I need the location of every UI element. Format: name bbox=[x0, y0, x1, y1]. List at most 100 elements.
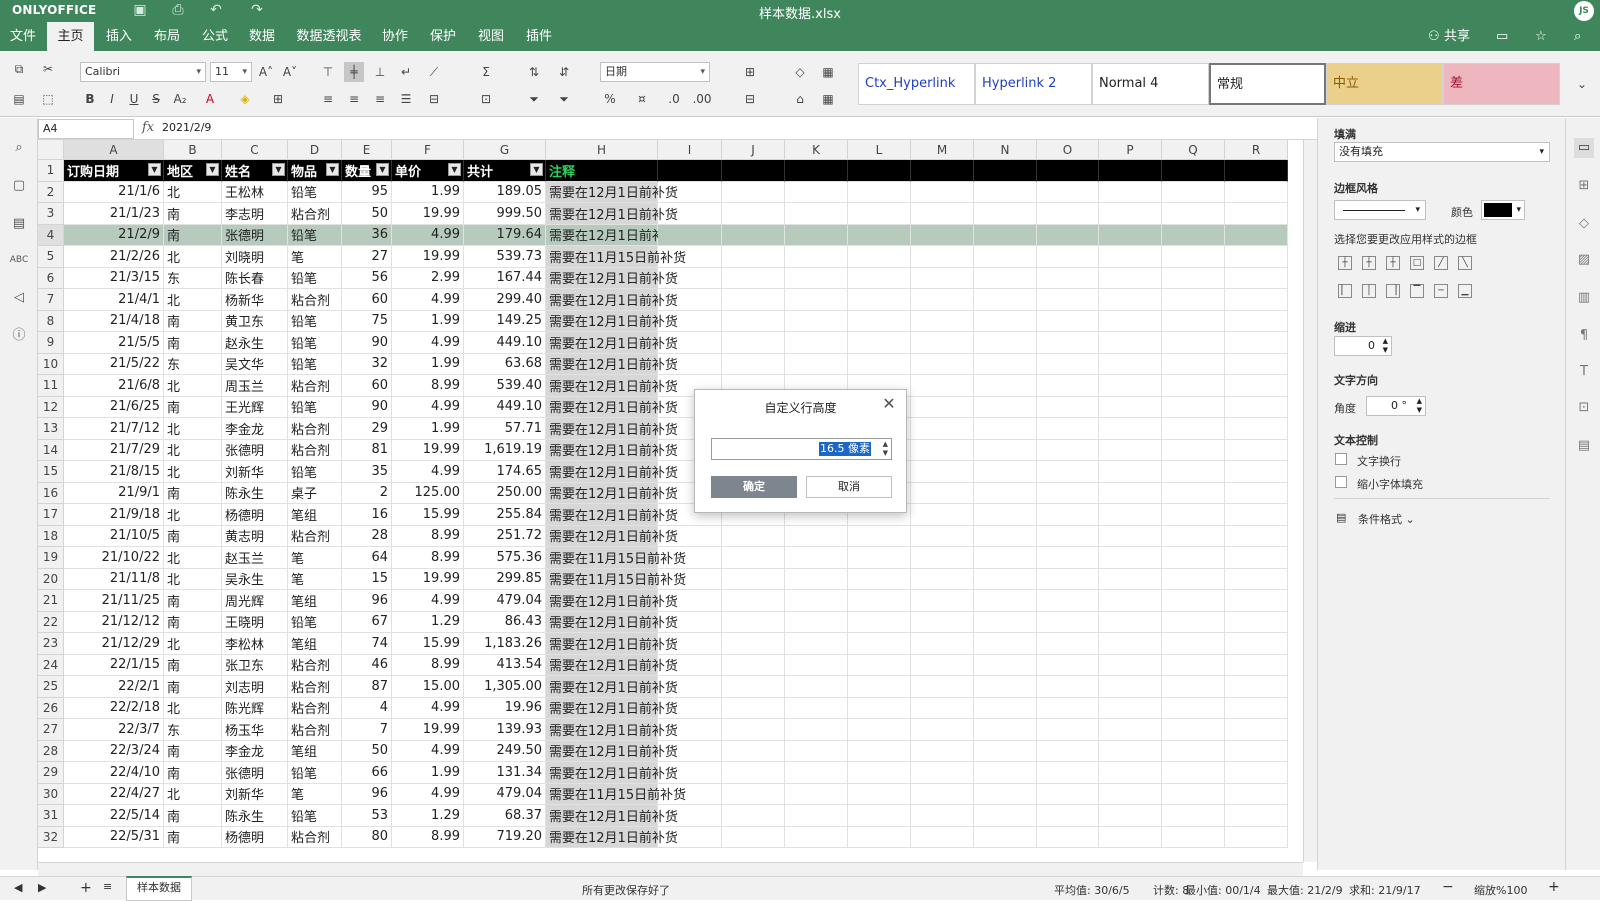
cell[interactable] bbox=[1037, 461, 1099, 483]
cell[interactable]: 刘志明 bbox=[222, 676, 288, 698]
cell[interactable] bbox=[974, 439, 1037, 461]
cell[interactable] bbox=[722, 353, 785, 375]
cell[interactable]: 黄志明 bbox=[222, 525, 288, 547]
cell[interactable]: 北 bbox=[164, 568, 222, 590]
cell[interactable] bbox=[1099, 246, 1162, 268]
cell[interactable] bbox=[1037, 525, 1099, 547]
cell[interactable] bbox=[974, 525, 1037, 547]
cell[interactable]: 需要在12月1日前补货 bbox=[546, 461, 678, 483]
cell[interactable]: 桌子 bbox=[288, 482, 342, 504]
cell[interactable]: 149.25 bbox=[464, 310, 546, 332]
cell[interactable]: 北 bbox=[164, 418, 222, 440]
style-normal-4[interactable]: Normal 4 bbox=[1092, 63, 1209, 105]
cell[interactable] bbox=[722, 160, 785, 182]
cell[interactable] bbox=[1037, 676, 1099, 698]
cell[interactable] bbox=[1225, 310, 1288, 332]
cell[interactable]: 需要在12月1日前补货 bbox=[546, 267, 678, 289]
cell[interactable] bbox=[974, 719, 1037, 741]
cell[interactable]: 539.73 bbox=[464, 246, 546, 268]
open-folder-icon[interactable]: ▭ bbox=[1496, 22, 1508, 51]
cell[interactable] bbox=[1162, 654, 1225, 676]
cell[interactable] bbox=[658, 697, 722, 719]
cell[interactable]: 22/3/7 bbox=[64, 719, 164, 741]
cell[interactable] bbox=[658, 590, 722, 612]
cell[interactable] bbox=[1162, 762, 1225, 784]
zoom-in-icon[interactable]: + bbox=[1548, 879, 1560, 895]
row-header[interactable]: 15 bbox=[38, 461, 64, 483]
cell[interactable]: 张德明 bbox=[222, 762, 288, 784]
bold-icon[interactable]: B bbox=[80, 89, 100, 109]
cell[interactable]: 南 bbox=[164, 203, 222, 225]
clear-filter-icon[interactable]: ⏷ bbox=[554, 89, 574, 109]
search-icon[interactable]: ⌕ bbox=[1574, 22, 1581, 51]
cell[interactable] bbox=[911, 805, 974, 827]
cell[interactable] bbox=[658, 762, 722, 784]
cell[interactable]: 北 bbox=[164, 246, 222, 268]
cell[interactable] bbox=[1225, 332, 1288, 354]
cell[interactable] bbox=[848, 762, 911, 784]
cell[interactable]: 需要在12月1日前补货 bbox=[546, 676, 678, 698]
cell[interactable]: 李金龙 bbox=[222, 740, 288, 762]
cell[interactable] bbox=[911, 547, 974, 569]
wrap-text-icon[interactable]: ↵ bbox=[396, 62, 416, 82]
cell[interactable] bbox=[1099, 396, 1162, 418]
cell[interactable] bbox=[785, 633, 848, 655]
cell[interactable]: 95 bbox=[342, 181, 392, 203]
column-header[interactable]: K bbox=[785, 140, 848, 160]
user-avatar[interactable]: JS bbox=[1574, 1, 1594, 21]
cell[interactable] bbox=[1225, 654, 1288, 676]
cell[interactable]: 陈光辉 bbox=[222, 697, 288, 719]
cell[interactable]: 铅笔 bbox=[288, 805, 342, 827]
style-ctx-hyperlink[interactable]: Ctx_Hyperlink bbox=[858, 63, 975, 105]
cell[interactable] bbox=[974, 590, 1037, 612]
row-header[interactable]: 9 bbox=[38, 332, 64, 354]
cell[interactable] bbox=[974, 805, 1037, 827]
border-diag-down-icon[interactable]: ╲ bbox=[1458, 256, 1472, 270]
cell[interactable] bbox=[911, 203, 974, 225]
cell[interactable]: 需要在12月1日前补货 bbox=[546, 375, 678, 397]
cell[interactable]: 28 bbox=[342, 525, 392, 547]
cell[interactable] bbox=[658, 547, 722, 569]
column-header[interactable]: J bbox=[722, 140, 785, 160]
cell[interactable]: 需要在12月1日前补货 bbox=[546, 719, 678, 741]
row-header[interactable]: 29 bbox=[38, 762, 64, 784]
spellcheck-icon[interactable]: ABC bbox=[9, 250, 29, 270]
cell[interactable]: 粘合剂 bbox=[288, 697, 342, 719]
cell[interactable]: 86.43 bbox=[464, 611, 546, 633]
cell[interactable] bbox=[848, 590, 911, 612]
cell[interactable] bbox=[1099, 719, 1162, 741]
ok-button[interactable]: 确定 bbox=[711, 476, 797, 498]
cell[interactable] bbox=[1037, 740, 1099, 762]
cell[interactable] bbox=[974, 310, 1037, 332]
filter-dropdown-icon[interactable]: ▼ bbox=[448, 163, 461, 176]
filter-dropdown-icon[interactable]: ▼ bbox=[272, 163, 285, 176]
cell[interactable]: 2.99 bbox=[392, 267, 464, 289]
cell[interactable]: 167.44 bbox=[464, 267, 546, 289]
cell[interactable]: 1.99 bbox=[392, 310, 464, 332]
column-header[interactable]: L bbox=[848, 140, 911, 160]
sum-icon[interactable]: Σ bbox=[476, 62, 496, 82]
cell[interactable] bbox=[848, 310, 911, 332]
cell[interactable] bbox=[1037, 181, 1099, 203]
tab-layout[interactable]: 布局 bbox=[146, 22, 188, 51]
cell[interactable] bbox=[1162, 568, 1225, 590]
cell[interactable]: 299.40 bbox=[464, 289, 546, 311]
cell[interactable] bbox=[848, 740, 911, 762]
cell[interactable]: 需要在12月1日前补货 bbox=[546, 439, 678, 461]
cell[interactable] bbox=[658, 525, 722, 547]
cell[interactable]: 铅笔 bbox=[288, 181, 342, 203]
sheet-tab[interactable]: 样本数据 bbox=[126, 876, 192, 901]
cell[interactable]: 笔 bbox=[288, 783, 342, 805]
cell[interactable]: 需要在12月1日前补货 bbox=[546, 353, 678, 375]
cell[interactable] bbox=[1099, 181, 1162, 203]
row-header[interactable]: 25 bbox=[38, 676, 64, 698]
row-header[interactable]: 24 bbox=[38, 654, 64, 676]
cell[interactable] bbox=[1037, 396, 1099, 418]
cell[interactable] bbox=[1225, 805, 1288, 827]
cell[interactable]: 需要在11月15日前补货 bbox=[546, 568, 686, 590]
style-normal[interactable]: 常规 bbox=[1209, 63, 1326, 105]
cell[interactable]: 北 bbox=[164, 461, 222, 483]
cell[interactable]: 粘合剂 bbox=[288, 676, 342, 698]
cell[interactable] bbox=[974, 267, 1037, 289]
cell[interactable] bbox=[974, 353, 1037, 375]
